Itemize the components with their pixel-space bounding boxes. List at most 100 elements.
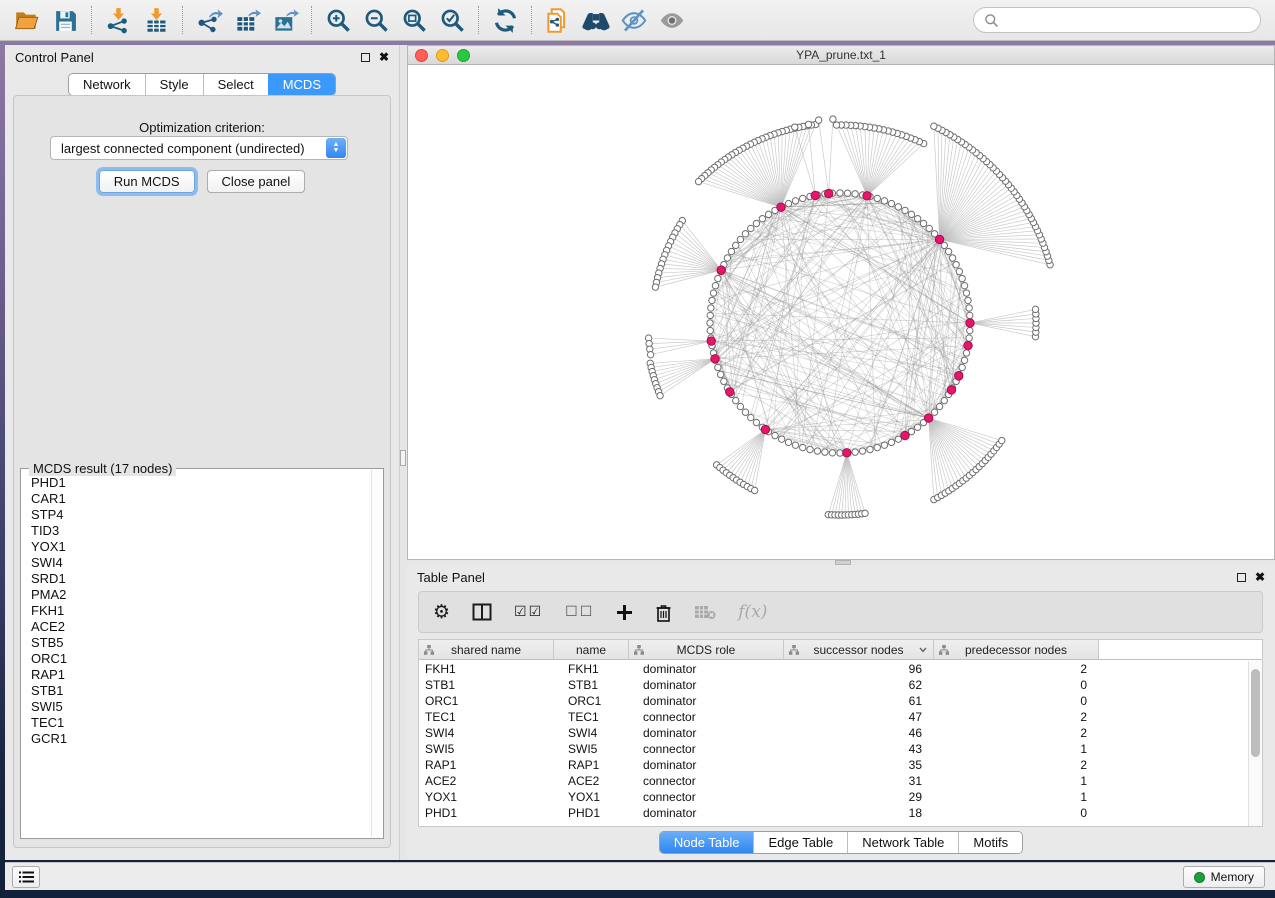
cell-successor-nodes[interactable]: 62 xyxy=(784,678,934,692)
cell-predecessor-nodes[interactable]: 1 xyxy=(934,742,1099,756)
cell-MCDS-role[interactable]: connector xyxy=(629,790,784,804)
delete-table-button[interactable] xyxy=(694,604,716,620)
cell-shared-name[interactable]: ORC1 xyxy=(419,694,554,708)
column-header-successor-nodes[interactable]: successor nodes xyxy=(784,640,934,659)
import-table-button[interactable] xyxy=(137,4,175,36)
table-row[interactable]: SWI5SWI5connector431 xyxy=(419,741,1248,757)
close-panel-button[interactable]: Close panel xyxy=(207,170,306,193)
export-table-button[interactable] xyxy=(228,4,266,36)
network-canvas[interactable] xyxy=(408,65,1274,559)
cell-name[interactable]: FKH1 xyxy=(554,662,629,676)
save-session-button[interactable] xyxy=(46,4,84,36)
mcds-result-item[interactable]: SRD1 xyxy=(22,571,371,587)
mcds-result-item[interactable]: YOX1 xyxy=(22,539,371,555)
zoom-fit-button[interactable] xyxy=(395,4,433,36)
splitter-handle[interactable] xyxy=(400,450,406,466)
run-mcds-button[interactable]: Run MCDS xyxy=(99,170,195,193)
cell-predecessor-nodes[interactable]: 1 xyxy=(934,790,1099,804)
mcds-result-item[interactable]: PHD1 xyxy=(22,475,371,491)
column-header-shared-name[interactable]: shared name xyxy=(419,640,554,659)
cell-predecessor-nodes[interactable]: 2 xyxy=(934,726,1099,740)
mcds-result-item[interactable]: STP4 xyxy=(22,507,371,523)
cell-predecessor-nodes[interactable]: 2 xyxy=(934,710,1099,724)
cell-predecessor-nodes[interactable]: 1 xyxy=(934,774,1099,788)
table-row[interactable]: YOX1YOX1connector291 xyxy=(419,789,1248,805)
hide-unselected-button[interactable] xyxy=(615,4,653,36)
scrollbar-thumb[interactable] xyxy=(1251,669,1260,757)
cell-shared-name[interactable]: YOX1 xyxy=(419,790,554,804)
tab-network[interactable]: Network xyxy=(69,74,145,95)
float-panel-icon[interactable] xyxy=(361,53,370,62)
cell-predecessor-nodes[interactable]: 2 xyxy=(934,758,1099,772)
table-scrollbar[interactable] xyxy=(1248,661,1262,826)
cell-predecessor-nodes[interactable]: 2 xyxy=(934,662,1099,676)
column-header-name[interactable]: name xyxy=(554,640,629,659)
cell-shared-name[interactable]: SWI4 xyxy=(419,726,554,740)
cell-name[interactable]: ACE2 xyxy=(554,774,629,788)
cell-shared-name[interactable]: FKH1 xyxy=(419,662,554,676)
mcds-result-item[interactable]: TID3 xyxy=(22,523,371,539)
cell-successor-nodes[interactable]: 61 xyxy=(784,694,934,708)
mcds-result-item[interactable]: SWI5 xyxy=(22,699,371,715)
cell-successor-nodes[interactable]: 31 xyxy=(784,774,934,788)
clone-network-button[interactable] xyxy=(539,4,577,36)
mcds-result-item[interactable]: TEC1 xyxy=(22,715,371,731)
cell-successor-nodes[interactable]: 29 xyxy=(784,790,934,804)
import-network-button[interactable] xyxy=(99,4,137,36)
add-column-button[interactable] xyxy=(616,604,633,621)
table-row[interactable]: STB1STB1dominator620 xyxy=(419,677,1248,693)
mcds-result-list[interactable]: PHD1CAR1STP4TID3YOX1SWI4SRD1PMA2FKH1ACE2… xyxy=(22,475,371,836)
cell-MCDS-role[interactable]: dominator xyxy=(629,662,784,676)
cell-name[interactable]: TEC1 xyxy=(554,710,629,724)
function-builder-button[interactable]: f(x) xyxy=(738,602,767,622)
cell-MCDS-role[interactable]: dominator xyxy=(629,758,784,772)
tab-select[interactable]: Select xyxy=(203,74,268,95)
export-image-button[interactable] xyxy=(266,4,304,36)
cell-predecessor-nodes[interactable]: 0 xyxy=(934,678,1099,692)
cell-shared-name[interactable]: RAP1 xyxy=(419,758,554,772)
cell-successor-nodes[interactable]: 96 xyxy=(784,662,934,676)
split-columns-button[interactable] xyxy=(472,603,492,621)
cell-MCDS-role[interactable]: dominator xyxy=(629,726,784,740)
mcds-result-item[interactable]: PMA2 xyxy=(22,587,371,603)
refresh-view-button[interactable] xyxy=(486,4,524,36)
float-panel-icon[interactable] xyxy=(1237,573,1246,582)
search-box[interactable] xyxy=(973,7,1261,33)
cell-successor-nodes[interactable]: 43 xyxy=(784,742,934,756)
zoom-out-button[interactable] xyxy=(357,4,395,36)
export-network-button[interactable] xyxy=(190,4,228,36)
mcds-list-scrollbar[interactable] xyxy=(371,470,382,837)
mcds-result-item[interactable]: RAP1 xyxy=(22,667,371,683)
cell-name[interactable]: RAP1 xyxy=(554,758,629,772)
table-row[interactable]: ORC1ORC1dominator610 xyxy=(419,693,1248,709)
cell-MCDS-role[interactable]: dominator xyxy=(629,806,784,820)
cell-successor-nodes[interactable]: 18 xyxy=(784,806,934,820)
tab-mcds[interactable]: MCDS xyxy=(268,74,335,95)
mcds-result-item[interactable]: ACE2 xyxy=(22,619,371,635)
table-row[interactable]: RAP1RAP1dominator352 xyxy=(419,757,1248,773)
mcds-result-item[interactable]: FKH1 xyxy=(22,603,371,619)
cell-name[interactable]: SWI5 xyxy=(554,742,629,756)
mcds-result-item[interactable]: CAR1 xyxy=(22,491,371,507)
network-window-titlebar[interactable]: YPA_prune.txt_1 xyxy=(408,46,1274,65)
tab-network-table[interactable]: Network Table xyxy=(847,832,958,853)
tab-style[interactable]: Style xyxy=(145,74,203,95)
task-history-button[interactable] xyxy=(12,866,40,888)
cell-successor-nodes[interactable]: 47 xyxy=(784,710,934,724)
cell-MCDS-role[interactable]: dominator xyxy=(629,694,784,708)
cell-successor-nodes[interactable]: 35 xyxy=(784,758,934,772)
table-row[interactable]: PHD1PHD1dominator180 xyxy=(419,805,1248,821)
tab-edge-table[interactable]: Edge Table xyxy=(753,832,847,853)
column-header-predecessor-nodes[interactable]: predecessor nodes xyxy=(934,640,1099,659)
cell-successor-nodes[interactable]: 46 xyxy=(784,726,934,740)
show-all-button[interactable] xyxy=(653,4,691,36)
cell-MCDS-role[interactable]: connector xyxy=(629,710,784,724)
cell-shared-name[interactable]: PHD1 xyxy=(419,806,554,820)
cell-name[interactable]: ORC1 xyxy=(554,694,629,708)
cell-name[interactable]: STB1 xyxy=(554,678,629,692)
vertical-splitter[interactable] xyxy=(400,45,407,860)
find-button[interactable] xyxy=(577,4,615,36)
zoom-in-button[interactable] xyxy=(319,4,357,36)
cell-name[interactable]: PHD1 xyxy=(554,806,629,820)
table-options-button[interactable]: ⚙ xyxy=(433,601,450,623)
